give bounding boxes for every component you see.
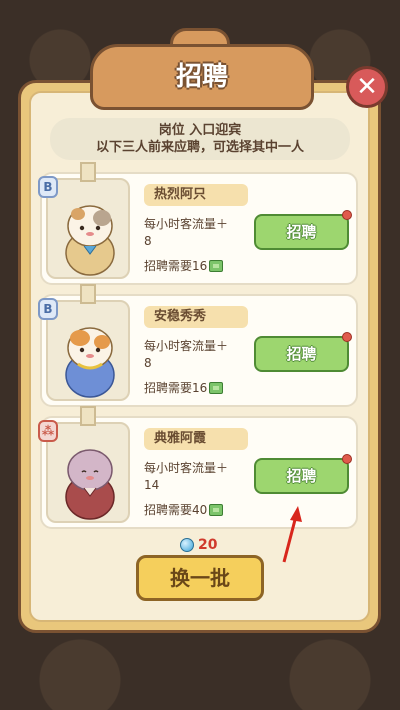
annotation-arrow-icon (282, 506, 302, 563)
